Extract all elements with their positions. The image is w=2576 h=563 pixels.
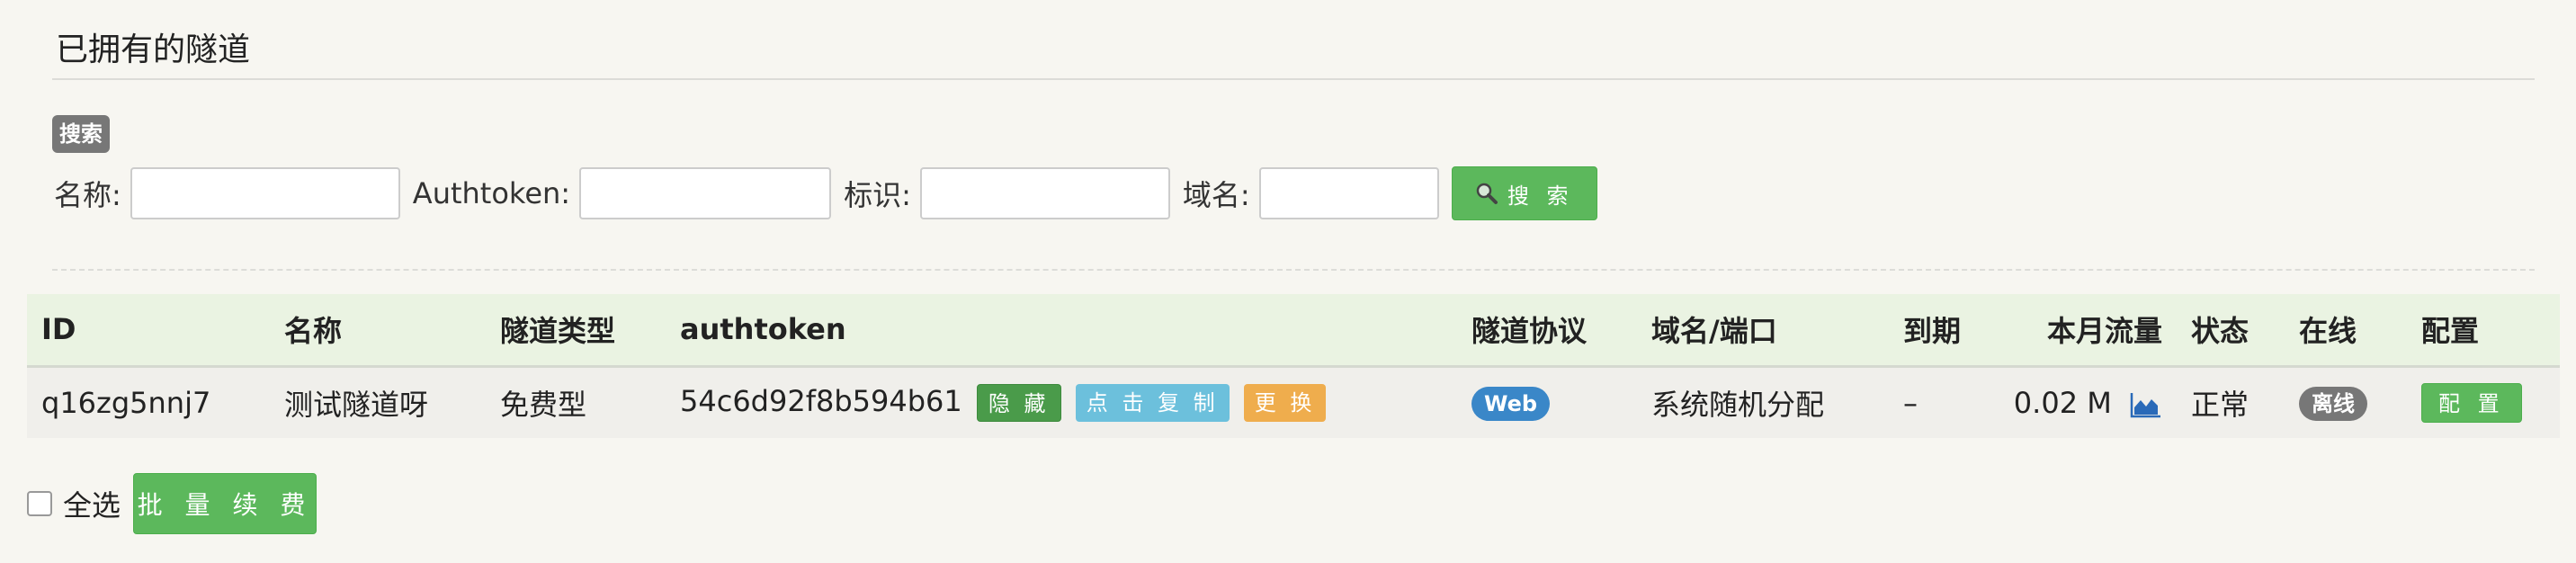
online-status-badge: 离线 [2299,386,2367,421]
header-monthly-traffic: 本月流量 [1988,294,2177,368]
select-all-checkbox[interactable] [27,491,52,516]
search-icon [1476,183,1498,204]
title-divider [52,78,2535,80]
area-chart-icon[interactable] [2130,391,2162,418]
search-form: 名称: Authtoken: 标识: 域名: 搜 索 [54,166,1597,220]
header-protocol: 隧道协议 [1457,294,1637,368]
domain-input[interactable] [1258,167,1439,219]
tunnels-table: ID 名称 隧道类型 authtoken 隧道协议 域名/端口 到期 本月流量 … [27,294,2560,438]
authtoken-input[interactable] [579,167,832,219]
page-title: 已拥有的隧道 [56,31,251,68]
authtoken-label: Authtoken: [412,176,571,210]
traffic-value: 0.02 M [2013,385,2112,420]
name-label: 名称: [54,178,121,212]
config-button[interactable]: 配 置 [2421,382,2522,423]
protocol-badge: Web [1471,386,1551,421]
header-tunnel-type: 隧道类型 [486,294,666,368]
batch-renew-button[interactable]: 批 量 续 费 [133,473,318,534]
search-button[interactable]: 搜 索 [1451,166,1597,220]
hide-token-button[interactable]: 隐 藏 [976,383,1061,422]
header-authtoken: authtoken [666,294,1457,368]
cell-protocol: Web [1457,366,1637,438]
copy-token-button[interactable]: 点 击 复 制 [1075,383,1230,422]
header-id: ID [27,294,270,368]
section-divider [52,269,2535,271]
identifier-label: 标识: [844,178,911,212]
cell-expiry: – [1903,385,1918,420]
table-header-row: ID 名称 隧道类型 authtoken 隧道协议 域名/端口 到期 本月流量 … [27,294,2560,368]
header-config: 配置 [2407,294,2560,368]
cell-domain-port: 系统随机分配 [1651,387,1825,422]
header-domain-port: 域名/端口 [1637,294,1889,368]
cell-online: 离线 [2285,366,2407,438]
cell-authtoken: 54c6d92f8b594b61 隐 藏 点 击 复 制 更 换 [666,366,1457,438]
identifier-input[interactable] [919,167,1170,219]
cell-name: 测试隧道呀 [284,387,429,422]
search-button-label: 搜 索 [1507,183,1574,209]
cell-id: q16zg5nnj7 [41,385,211,420]
name-input[interactable] [130,167,400,219]
header-expiry: 到期 [1889,294,1988,368]
search-badge: 搜索 [52,115,110,153]
cell-config: 配 置 [2407,366,2560,438]
header-status: 状态 [2177,294,2285,368]
cell-status: 正常 [2191,387,2250,422]
authtoken-value: 54c6d92f8b594b61 [680,383,962,418]
cell-tunnel-type: 免费型 [500,387,587,422]
domain-label: 域名: [1182,178,1250,212]
cell-monthly-traffic: 0.02 M [1988,366,2177,438]
change-token-button[interactable]: 更 换 [1243,383,1327,422]
select-all-label[interactable]: 全选 [63,483,121,524]
batch-actions: 全选 批 量 续 费 [27,473,318,534]
header-online: 在线 [2285,294,2407,368]
table-row: q16zg5nnj7 测试隧道呀 免费型 54c6d92f8b594b61 隐 … [27,366,2560,438]
header-name: 名称 [270,294,486,368]
